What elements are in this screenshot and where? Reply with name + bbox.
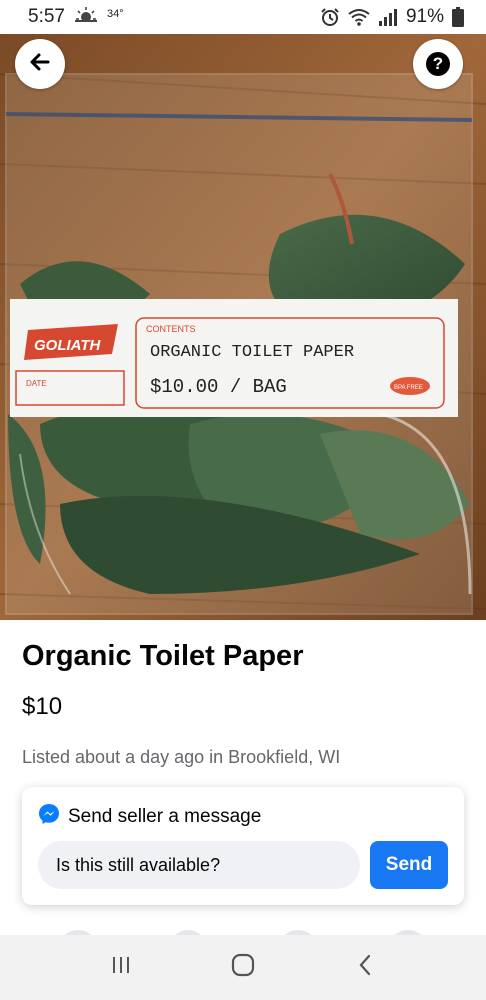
home-button[interactable]: [213, 943, 273, 993]
status-left: 5:57 34°: [28, 6, 124, 28]
wifi-icon: [348, 8, 370, 26]
message-seller-card: Send seller a message Is this still avai…: [22, 787, 464, 905]
label-brand: GOLIATH: [34, 337, 102, 354]
label-badge: BPA FREE: [394, 385, 423, 391]
message-input[interactable]: Is this still available?: [38, 841, 360, 889]
listing-title: Organic Toilet Paper: [22, 640, 304, 672]
label-line-2: $10.00 / BAG: [150, 376, 287, 398]
battery-icon: [452, 7, 464, 27]
message-card-header: Send seller a message: [38, 803, 261, 830]
recent-apps-button[interactable]: [91, 943, 151, 993]
alarm-icon: [320, 7, 340, 27]
status-time: 5:57: [28, 6, 65, 27]
status-temperature: 34°: [106, 8, 124, 20]
question-mark-icon: ?: [426, 52, 450, 76]
photo-scene: GOLIATH DATE CONTENTS ORGANIC TOILET PAP…: [0, 34, 486, 620]
listing-meta: Listed about a day ago in Brookfield, WI: [22, 747, 341, 767]
listing-price: $10: [22, 693, 63, 720]
nav-back-button[interactable]: [335, 943, 395, 993]
back-button[interactable]: [15, 39, 65, 89]
listing-photo[interactable]: GOLIATH DATE CONTENTS ORGANIC TOILET PAP…: [0, 34, 486, 620]
back-icon: [357, 953, 373, 982]
recent-apps-icon: [109, 955, 133, 980]
system-nav-bar: [0, 935, 486, 1000]
label-date: DATE: [26, 379, 47, 388]
send-button[interactable]: Send: [370, 841, 448, 889]
help-button[interactable]: ?: [413, 39, 463, 89]
label-contents-heading: CONTENTS: [146, 324, 196, 334]
status-right: 91%: [320, 6, 464, 28]
messenger-icon: [38, 803, 60, 830]
status-bar: 5:57 34° 91%: [0, 0, 486, 34]
home-icon: [231, 953, 255, 982]
battery-percent: 91%: [405, 6, 444, 27]
label-line-1: ORGANIC TOILET PAPER: [150, 343, 354, 362]
message-card-title: Send seller a message: [68, 805, 262, 827]
weather-icon: [74, 6, 97, 28]
signal-icon: [378, 8, 398, 26]
arrow-left-icon: [28, 50, 52, 79]
